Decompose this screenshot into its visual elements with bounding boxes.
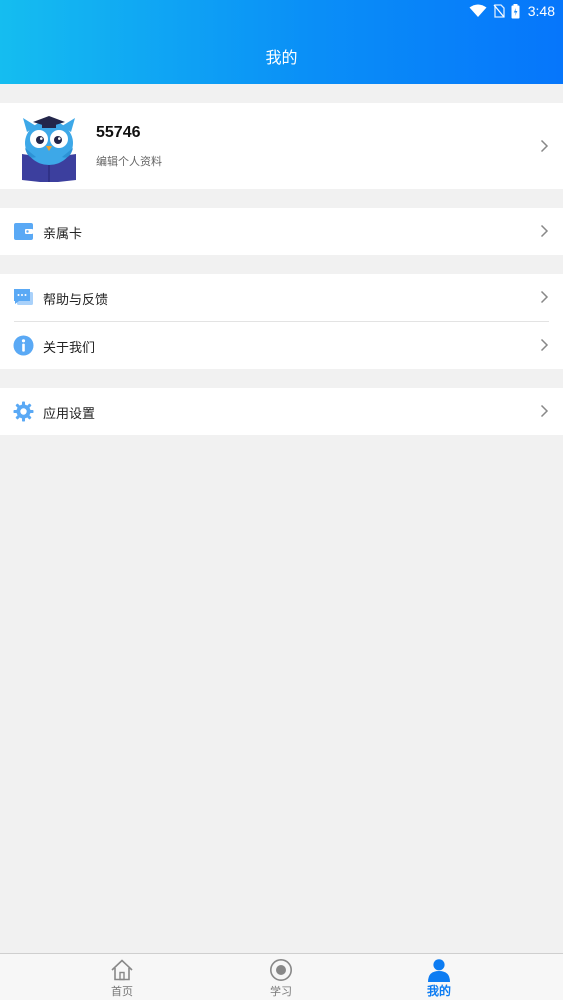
- tab-label: 我的: [426, 984, 451, 998]
- chevron-right-icon: [540, 224, 549, 238]
- chat-icon: [14, 289, 33, 305]
- status-time: 3:48: [527, 3, 555, 19]
- header: 3:48 我的: [0, 0, 563, 84]
- record-icon: [270, 959, 292, 981]
- menu-group-family: 亲属卡: [0, 208, 563, 255]
- tab-home[interactable]: 首页: [82, 954, 162, 1000]
- chevron-right-icon: [540, 338, 549, 352]
- bottom-tab-bar: 首页 学习 我的: [0, 953, 563, 1000]
- gear-icon: [13, 401, 34, 422]
- menu-label: 亲属卡: [43, 227, 83, 242]
- tab-study[interactable]: 学习: [241, 954, 321, 1000]
- tab-label: 学习: [270, 985, 292, 998]
- chevron-right-icon: [540, 404, 549, 418]
- info-icon: [13, 335, 34, 356]
- status-icons: 3:48: [469, 3, 555, 19]
- menu-label: 应用设置: [43, 407, 96, 422]
- page-title: 我的: [265, 48, 298, 67]
- menu-item-help[interactable]: 帮助与反馈: [0, 274, 563, 321]
- tab-label: 首页: [111, 985, 133, 998]
- battery-icon: [511, 3, 520, 18]
- tab-mine[interactable]: 我的: [399, 954, 479, 1000]
- menu-item-settings[interactable]: 应用设置: [0, 388, 563, 435]
- status-bar: 3:48: [0, 0, 563, 24]
- edit-profile-link[interactable]: 编辑个人资料: [96, 153, 162, 169]
- menu-item-family-card[interactable]: 亲属卡: [0, 208, 563, 255]
- person-icon: [428, 959, 450, 982]
- menu-label: 关于我们: [43, 341, 96, 356]
- username: 55746: [96, 124, 141, 141]
- menu-label: 帮助与反馈: [43, 293, 109, 308]
- menu-item-about[interactable]: 关于我们: [0, 322, 563, 369]
- no-sim-icon: [493, 4, 505, 18]
- menu-group-support: 帮助与反馈 关于我们: [0, 274, 563, 369]
- avatar: [22, 116, 76, 182]
- chevron-right-icon: [540, 139, 549, 153]
- home-icon: [111, 959, 133, 981]
- chevron-right-icon: [540, 290, 549, 304]
- wifi-icon: [469, 4, 487, 17]
- menu-group-settings: 应用设置: [0, 388, 563, 435]
- wallet-icon: [14, 223, 33, 240]
- profile-card[interactable]: 55746 编辑个人资料: [0, 103, 563, 189]
